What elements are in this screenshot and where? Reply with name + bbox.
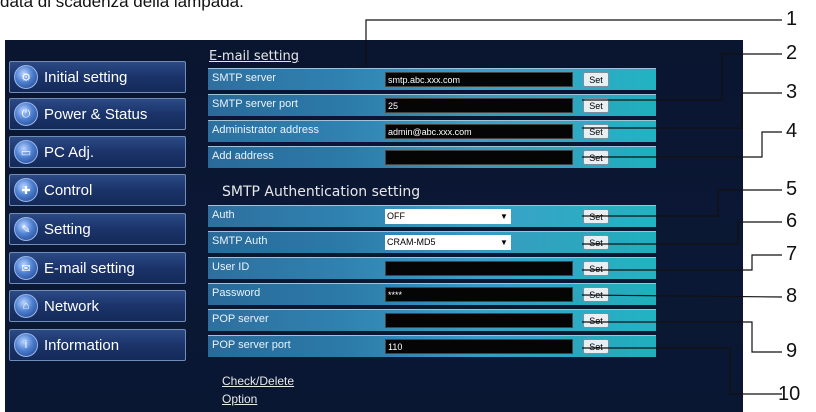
callout-8: 8 <box>786 285 798 307</box>
callout-lines <box>365 19 783 395</box>
callout-3: 3 <box>786 81 798 103</box>
callout-4: 4 <box>786 120 798 142</box>
callout-5: 5 <box>786 178 798 200</box>
callout-2: 2 <box>786 42 798 64</box>
callout-1: 1 <box>786 8 798 30</box>
callout-7: 7 <box>786 243 798 265</box>
callout-6: 6 <box>786 210 798 232</box>
callout-9: 9 <box>786 340 798 362</box>
callout-10: 10 <box>778 383 801 405</box>
